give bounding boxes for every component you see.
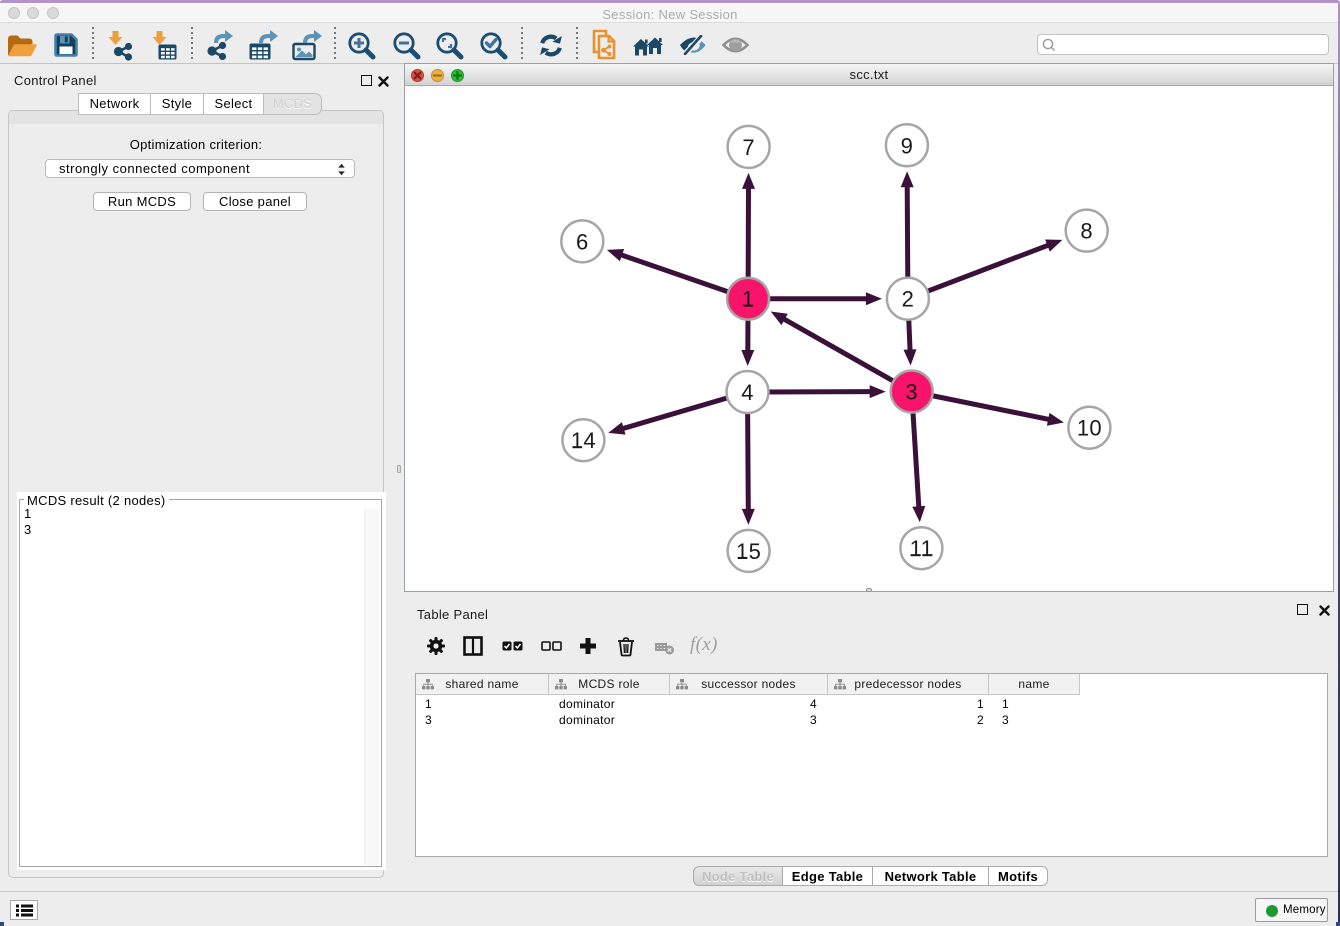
svg-text:14: 14 (571, 428, 596, 453)
svg-text:10: 10 (1077, 416, 1102, 441)
svg-text:15: 15 (736, 539, 761, 564)
svg-text:2: 2 (902, 287, 915, 312)
svg-text:6: 6 (576, 229, 589, 254)
svg-text:f(x): f(x) (690, 634, 718, 655)
svg-text:3: 3 (905, 380, 918, 405)
svg-text:8: 8 (1080, 219, 1093, 244)
svg-text:4: 4 (741, 380, 754, 405)
svg-text:11: 11 (910, 536, 933, 561)
svg-text:1: 1 (742, 287, 755, 312)
svg-text:7: 7 (742, 135, 755, 160)
svg-text:9: 9 (901, 133, 914, 158)
